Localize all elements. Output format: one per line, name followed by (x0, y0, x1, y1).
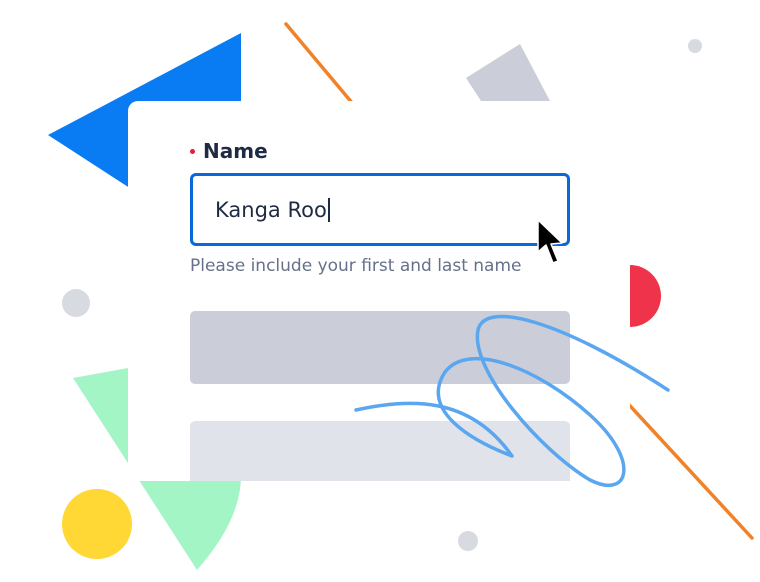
required-indicator (190, 148, 195, 154)
placeholder-field-1[interactable] (190, 311, 570, 384)
gray-dot-top-right (688, 39, 702, 53)
name-label-text: Name (203, 139, 268, 163)
yellow-circle-shape (62, 489, 132, 559)
name-helper-text: Please include your first and last name (190, 256, 522, 276)
name-input-value: Kanga Roo (215, 197, 327, 222)
gray-dot-bottom (458, 531, 478, 551)
placeholder-field-2[interactable] (190, 421, 570, 481)
illustration-stage: Name Kanga Roo Please include your first… (0, 0, 760, 582)
name-input[interactable]: Kanga Roo (190, 173, 570, 246)
text-caret (327, 197, 330, 222)
red-half-circle-shape (630, 265, 661, 327)
name-field-label: Name (190, 139, 268, 163)
gray-dot-left (62, 289, 90, 317)
